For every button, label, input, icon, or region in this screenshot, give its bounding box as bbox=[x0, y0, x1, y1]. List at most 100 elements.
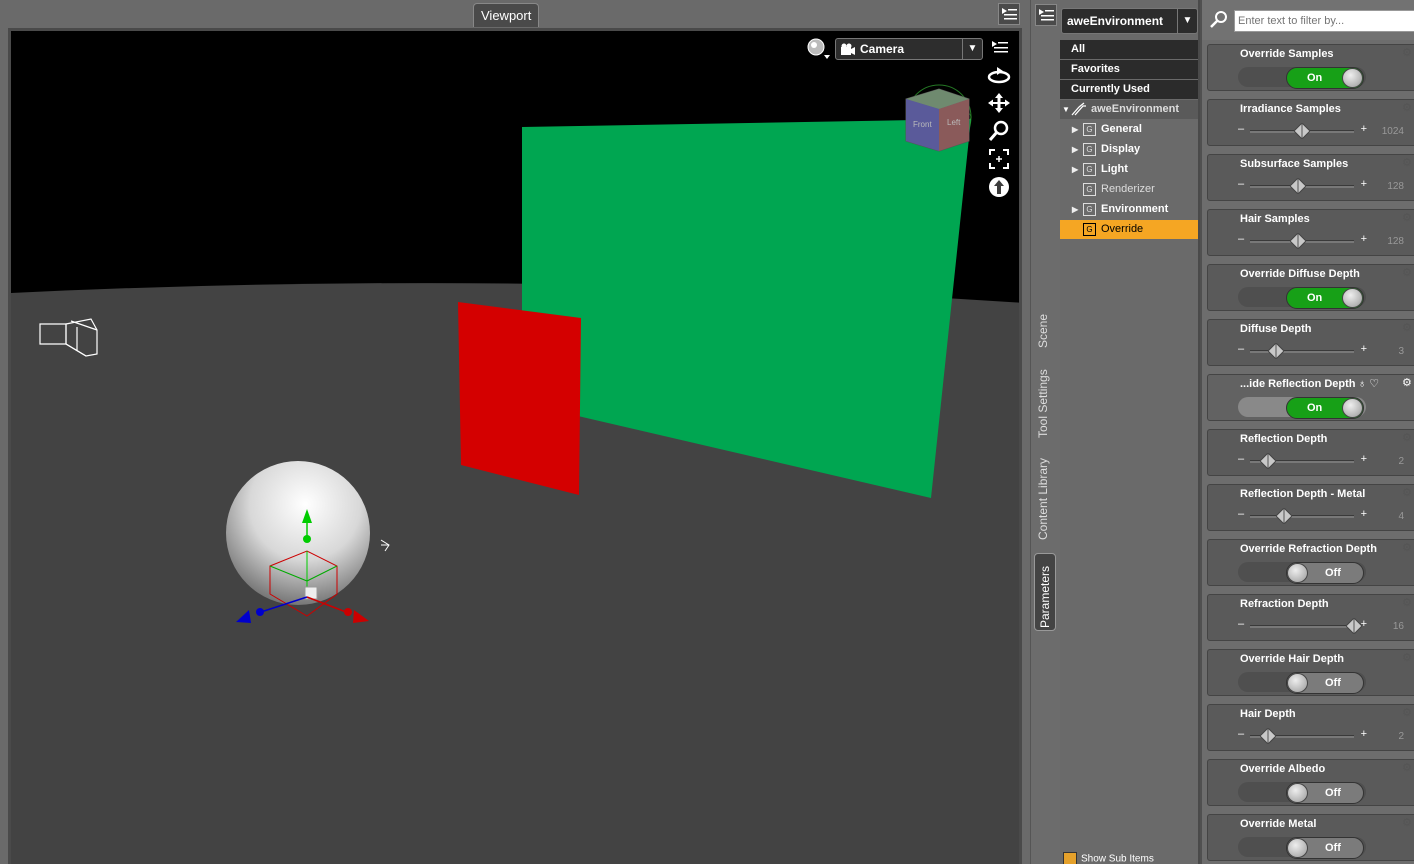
increment-icon[interactable]: + bbox=[1361, 508, 1367, 520]
slider-knob[interactable] bbox=[1276, 508, 1293, 524]
param-value[interactable]: 4 bbox=[1398, 511, 1404, 522]
slider-knob[interactable] bbox=[1289, 178, 1306, 194]
decrement-icon[interactable]: – bbox=[1238, 343, 1244, 355]
decrement-icon[interactable]: – bbox=[1238, 233, 1244, 245]
tree-item-override[interactable]: G Override bbox=[1060, 220, 1198, 239]
toggle-switch[interactable]: Off bbox=[1286, 672, 1364, 694]
scene-render[interactable]: Front Left bbox=[11, 31, 1022, 864]
slider-knob[interactable] bbox=[1259, 728, 1276, 744]
increment-icon[interactable]: + bbox=[1361, 728, 1367, 740]
value-slider[interactable]: – + bbox=[1238, 452, 1367, 470]
tree-item-display[interactable]: ▶ G Display bbox=[1060, 140, 1198, 159]
viewport-tab[interactable]: Viewport bbox=[473, 3, 540, 27]
param-value[interactable]: 16 bbox=[1393, 621, 1404, 632]
slider-rail[interactable] bbox=[1250, 515, 1354, 518]
toggle-thumb[interactable] bbox=[1342, 288, 1363, 308]
increment-icon[interactable]: + bbox=[1361, 453, 1367, 465]
tree-item-renderizer[interactable]: G Renderizer bbox=[1060, 180, 1198, 199]
gear-icon[interactable]: ⚙ bbox=[1402, 267, 1414, 279]
toggle-switch[interactable]: On bbox=[1286, 287, 1364, 309]
tree-item-light[interactable]: ▶ G Light bbox=[1060, 160, 1198, 179]
slider-knob[interactable] bbox=[1268, 343, 1284, 359]
zoom-icon[interactable] bbox=[985, 119, 1013, 143]
param-value[interactable]: 128 bbox=[1387, 181, 1404, 192]
gear-icon[interactable]: ⚙ bbox=[1402, 652, 1414, 664]
chevron-right-icon[interactable]: ▶ bbox=[1072, 160, 1078, 179]
gear-icon[interactable]: ⚙ bbox=[1402, 487, 1414, 499]
param-value[interactable]: 2 bbox=[1398, 456, 1404, 467]
tab-content-library[interactable]: Content Library bbox=[1036, 458, 1050, 540]
decrement-icon[interactable]: – bbox=[1238, 453, 1244, 465]
param-value[interactable]: 2 bbox=[1398, 731, 1404, 742]
chevron-right-icon[interactable]: ▶ bbox=[1072, 120, 1078, 139]
show-sub-items-checkbox[interactable]: Show Sub Items bbox=[1063, 852, 1154, 864]
tree-item-general[interactable]: ▶ G General bbox=[1060, 120, 1198, 139]
category-all[interactable]: All bbox=[1060, 40, 1198, 59]
slider-rail[interactable] bbox=[1250, 350, 1354, 353]
slider-knob[interactable] bbox=[1259, 453, 1276, 469]
draw-style-button[interactable] bbox=[806, 37, 832, 61]
gear-icon[interactable]: ⚙ bbox=[1402, 542, 1414, 554]
gear-icon[interactable]: ⚙ bbox=[1402, 47, 1414, 59]
decrement-icon[interactable]: – bbox=[1238, 123, 1244, 135]
increment-icon[interactable]: + bbox=[1361, 123, 1367, 135]
gear-icon[interactable]: ⚙ bbox=[1402, 322, 1414, 334]
value-slider[interactable]: – + bbox=[1238, 122, 1367, 140]
decrement-icon[interactable]: – bbox=[1238, 728, 1244, 740]
increment-icon[interactable]: + bbox=[1361, 233, 1367, 245]
gear-icon[interactable]: ⚙ bbox=[1402, 817, 1414, 829]
value-slider[interactable]: – + bbox=[1238, 232, 1367, 250]
gear-icon[interactable]: ⚙ bbox=[1402, 707, 1414, 719]
filter-input[interactable] bbox=[1234, 10, 1414, 32]
tab-scene[interactable]: Scene bbox=[1036, 314, 1050, 348]
gear-icon[interactable]: ⚙ bbox=[1402, 157, 1414, 169]
slider-rail[interactable] bbox=[1250, 625, 1354, 628]
camera-select[interactable]: Camera ▼ bbox=[835, 38, 983, 60]
viewport-options-icon[interactable] bbox=[991, 39, 1009, 55]
value-slider[interactable]: – + bbox=[1238, 727, 1367, 745]
category-favorites[interactable]: Favorites bbox=[1060, 60, 1198, 79]
frame-icon[interactable] bbox=[985, 147, 1013, 171]
chevron-right-icon[interactable]: ▶ bbox=[1072, 140, 1078, 159]
param-value[interactable]: 1024 bbox=[1382, 126, 1404, 137]
gear-icon[interactable]: ⚙ bbox=[1402, 102, 1414, 114]
tab-parameters[interactable]: Parameters bbox=[1034, 553, 1056, 631]
chevron-right-icon[interactable]: ▶ bbox=[1072, 200, 1078, 219]
gear-icon[interactable]: ⚙ bbox=[1402, 212, 1414, 224]
increment-icon[interactable]: + bbox=[1361, 343, 1367, 355]
param-value[interactable]: 128 bbox=[1387, 236, 1404, 247]
red-plane[interactable] bbox=[458, 302, 581, 495]
value-slider[interactable]: – + bbox=[1238, 617, 1367, 635]
tree-root[interactable]: ▼ aweEnvironment bbox=[1060, 100, 1198, 119]
node-select[interactable]: aweEnvironment ▼ bbox=[1061, 8, 1198, 34]
increment-icon[interactable]: + bbox=[1361, 178, 1367, 190]
toggle-switch[interactable]: On bbox=[1286, 67, 1364, 89]
category-currently-used[interactable]: Currently Used bbox=[1060, 80, 1198, 99]
toggle-switch[interactable]: Off bbox=[1286, 782, 1364, 804]
gear-icon[interactable]: ⚙ bbox=[1402, 762, 1414, 774]
viewport-3d-view[interactable]: Front Left Camera ▼ bbox=[8, 28, 1022, 864]
value-slider[interactable]: – + bbox=[1238, 177, 1367, 195]
gear-icon[interactable]: ⚙ bbox=[1402, 432, 1414, 444]
search-icon[interactable] bbox=[1209, 10, 1229, 28]
reset-view-icon[interactable] bbox=[985, 175, 1013, 199]
slider-knob[interactable] bbox=[1346, 618, 1362, 634]
toggle-switch[interactable]: Off bbox=[1286, 562, 1364, 584]
toggle-switch[interactable]: Off bbox=[1286, 837, 1364, 859]
link-icon[interactable]: ♁ bbox=[1358, 378, 1369, 390]
favorite-icon[interactable]: ♡ bbox=[1369, 378, 1382, 390]
gear-icon[interactable]: ⚙ bbox=[1402, 377, 1414, 389]
toggle-thumb[interactable] bbox=[1287, 783, 1308, 803]
decrement-icon[interactable]: – bbox=[1238, 618, 1244, 630]
toggle-thumb[interactable] bbox=[1342, 68, 1363, 88]
pan-icon[interactable] bbox=[985, 91, 1013, 115]
value-slider[interactable]: – + bbox=[1238, 342, 1367, 360]
orbit-icon[interactable] bbox=[985, 63, 1013, 87]
toggle-thumb[interactable] bbox=[1287, 563, 1308, 583]
toggle-thumb[interactable] bbox=[1287, 673, 1308, 693]
sphere-object[interactable] bbox=[226, 461, 370, 605]
decrement-icon[interactable]: – bbox=[1238, 508, 1244, 520]
toggle-thumb[interactable] bbox=[1342, 398, 1363, 418]
side-panel-menu-button[interactable] bbox=[1035, 4, 1057, 26]
slider-knob[interactable] bbox=[1294, 123, 1310, 139]
